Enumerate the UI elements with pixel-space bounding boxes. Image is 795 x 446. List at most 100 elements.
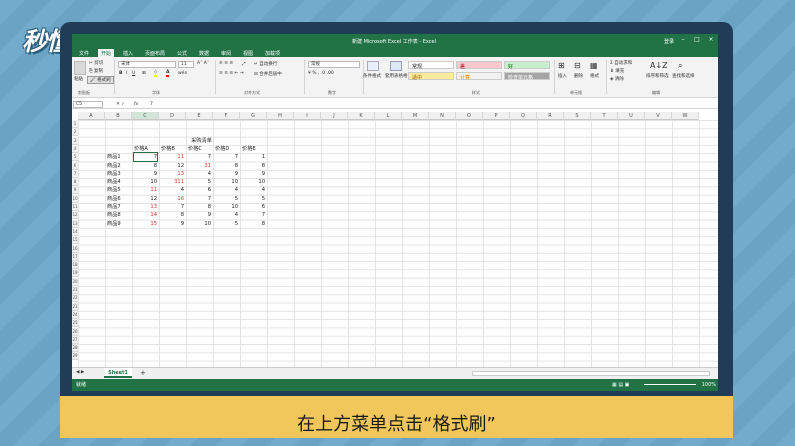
row-header[interactable]: 18 (72, 261, 78, 270)
cell-style-2[interactable]: 好 (504, 61, 550, 70)
price-cell[interactable]: 12 (161, 162, 184, 170)
price-cell[interactable]: 7 (242, 211, 265, 219)
item-name[interactable]: 商品2 (107, 162, 130, 170)
fill-button[interactable]: ⬇ 填充 (610, 68, 624, 74)
row-header[interactable]: 5 (72, 153, 78, 162)
column-header[interactable]: D (159, 112, 186, 120)
price-cell[interactable]: 13 (161, 170, 184, 178)
price-cell[interactable]: 5 (215, 220, 238, 228)
price-cell[interactable]: 31 (188, 162, 211, 170)
row-header[interactable]: 21 (72, 286, 78, 294)
table-format-icon[interactable] (390, 61, 402, 71)
formula-input[interactable]: 7 (150, 102, 153, 107)
price-cell[interactable]: 1 (242, 153, 265, 161)
tab-5[interactable]: 数据 (196, 49, 212, 57)
price-cell[interactable]: 6 (242, 203, 265, 211)
conditional-format-button[interactable]: 条件格式 (363, 73, 381, 79)
price-cell[interactable]: 16 (161, 195, 184, 203)
row-header[interactable]: 19 (72, 269, 78, 278)
column-header[interactable]: H (267, 112, 294, 120)
price-cell[interactable]: 10 (215, 203, 238, 211)
format-painter-button[interactable]: 🖌 格式刷 (87, 76, 114, 84)
column-header[interactable]: I (294, 112, 321, 120)
price-cell[interactable]: 8 (161, 211, 184, 219)
column-header[interactable]: U (618, 112, 645, 120)
table-title[interactable]: 采购清单 (134, 137, 269, 145)
orientation-icon[interactable]: ⤢ (242, 61, 246, 67)
cut-button[interactable]: ✂ 剪切 (89, 60, 103, 66)
column-header[interactable]: R (537, 112, 564, 120)
row-header[interactable]: 9 (72, 186, 78, 195)
row-header[interactable]: 4 (72, 144, 78, 153)
tab-1[interactable]: 开始 (98, 49, 115, 57)
column-header[interactable]: M (402, 112, 429, 120)
row-header[interactable]: 10 (72, 194, 78, 203)
row-header[interactable]: 1 (72, 120, 78, 128)
border-icon[interactable]: ⊞ (142, 71, 146, 76)
clear-button[interactable]: ◈ 清除 (610, 76, 624, 82)
price-cell[interactable]: 9 (242, 170, 265, 178)
column-header[interactable]: E (186, 112, 213, 120)
italic-button[interactable]: I (126, 71, 127, 76)
row-header[interactable]: 11 (72, 203, 78, 211)
column-header[interactable]: S (564, 112, 591, 120)
price-cell[interactable]: 8 (242, 162, 265, 170)
row-header[interactable]: 15 (72, 236, 78, 245)
underline-button[interactable]: U (132, 71, 135, 76)
zoom-slider[interactable] (644, 384, 696, 385)
column-header[interactable]: K (348, 112, 375, 120)
price-cell[interactable]: 8 (188, 203, 211, 211)
view-buttons-icon[interactable]: ▦ ▤ ▣ (612, 379, 629, 391)
row-header[interactable]: 27 (72, 335, 78, 344)
price-cell[interactable]: 4 (215, 186, 238, 194)
price-cell[interactable]: 8 (242, 220, 265, 228)
price-cell[interactable]: 311 (161, 178, 184, 186)
column-header[interactable]: J (321, 112, 348, 120)
price-cell[interactable]: 5 (188, 178, 211, 186)
tab-4[interactable]: 公式 (174, 49, 190, 57)
price-cell[interactable]: 9 (215, 170, 238, 178)
row-header[interactable]: 7 (72, 169, 78, 178)
row-header[interactable]: 16 (72, 244, 78, 253)
font-color-icon[interactable]: A (166, 70, 170, 77)
insert-cells-icon[interactable]: ⊞ (558, 61, 565, 70)
price-cell[interactable]: 7 (188, 153, 211, 161)
price-cell[interactable]: 7 (188, 195, 211, 203)
cell-style-0[interactable]: 常规 (408, 61, 454, 70)
price-cell[interactable]: 4 (242, 186, 265, 194)
item-name[interactable]: 商品7 (107, 203, 130, 211)
login-link[interactable]: 登录 (664, 38, 674, 45)
row-header[interactable]: 12 (72, 211, 78, 220)
price-cell[interactable]: 7 (161, 203, 184, 211)
price-cell[interactable]: 4 (161, 186, 184, 194)
row-header[interactable]: 14 (72, 227, 78, 236)
column-header[interactable]: V (645, 112, 672, 120)
column-title[interactable]: 价格E (242, 145, 265, 153)
row-header[interactable]: 2 (72, 128, 78, 137)
cell-style-4[interactable]: 计算 (456, 72, 502, 81)
number-format-select[interactable]: 常规 (308, 61, 360, 68)
column-header[interactable]: L (375, 112, 402, 120)
font-size-select[interactable]: 11 (178, 61, 194, 68)
row-header[interactable]: 6 (72, 161, 78, 170)
column-title[interactable]: 价格D (215, 145, 238, 153)
column-header[interactable]: P (483, 112, 510, 120)
tab-3[interactable]: 页面布局 (142, 49, 168, 57)
row-header[interactable]: 3 (72, 136, 78, 145)
sort-filter-button[interactable]: 排序和筛选 (646, 73, 669, 79)
row-header[interactable]: 29 (72, 352, 78, 361)
column-title[interactable]: 价格A (134, 145, 157, 153)
price-cell[interactable]: 14 (134, 211, 157, 219)
price-cell[interactable]: 6 (188, 186, 211, 194)
row-header[interactable]: 28 (72, 344, 78, 353)
delete-cells-button[interactable]: 删除 (574, 73, 583, 79)
row-header[interactable]: 20 (72, 277, 78, 286)
tab-2[interactable]: 插入 (120, 49, 136, 57)
font-grow-icon[interactable]: A˄ A˅ (197, 61, 209, 66)
font-name-select[interactable]: 宋体 (118, 61, 176, 68)
sort-filter-icon[interactable]: A↓Z (650, 61, 668, 70)
format-cells-button[interactable]: 格式 (590, 73, 599, 79)
format-cells-icon[interactable]: ▦ (590, 61, 598, 70)
wrap-text-button[interactable]: ↵ 自动换行 (254, 61, 277, 67)
tab-7[interactable]: 视图 (240, 49, 256, 57)
